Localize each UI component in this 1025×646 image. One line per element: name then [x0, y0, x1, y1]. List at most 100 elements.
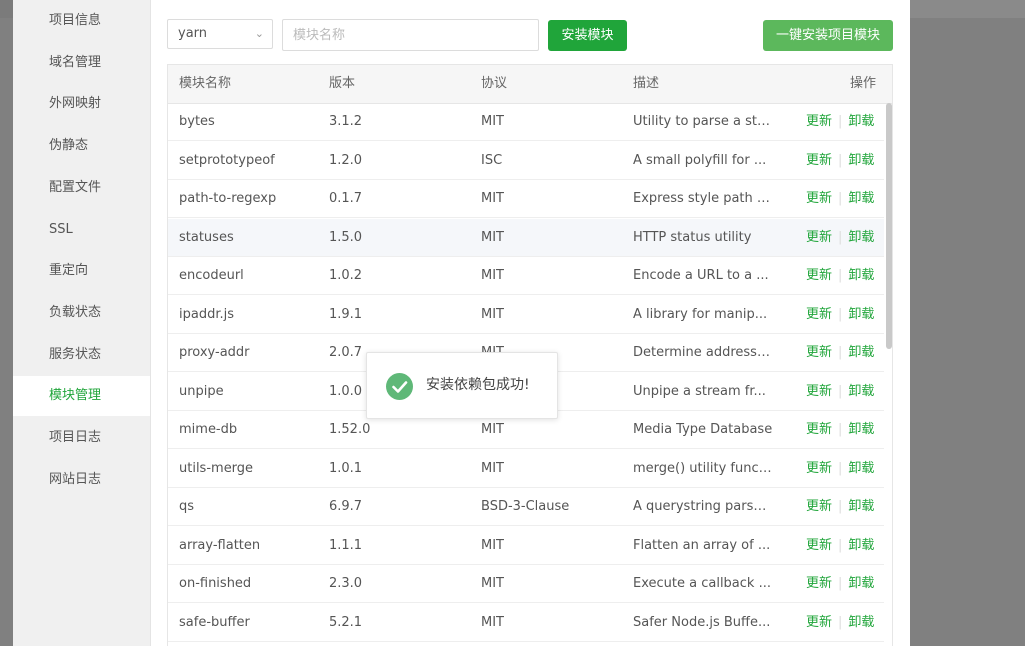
- uninstall-link[interactable]: 卸载: [848, 153, 874, 168]
- sidebar-item-0[interactable]: 项目信息: [13, 1, 150, 41]
- update-link[interactable]: 更新: [806, 538, 832, 553]
- update-link[interactable]: 更新: [806, 153, 832, 168]
- sidebar-item-6[interactable]: 重定向: [13, 251, 150, 291]
- sidebar-item-11[interactable]: 网站日志: [13, 460, 150, 500]
- cell-actions: 更新 | 卸载: [806, 488, 874, 526]
- sidebar-item-8[interactable]: 服务状态: [13, 335, 150, 375]
- overlay-backdrop-right: [910, 0, 1025, 18]
- cell-name: utils-merge: [179, 460, 254, 476]
- main-content: yarn ⌄ 安装模块 一键安装项目模块 模块名称 版本 协议 描述 操作 by…: [150, 0, 910, 646]
- cell-description: Utility to parse a str...: [633, 114, 773, 129]
- table-row: array-flatten 1.1.1 MIT Flatten an array of…: [168, 527, 884, 565]
- sidebar-item-5[interactable]: SSL: [13, 210, 150, 250]
- uninstall-link[interactable]: 卸载: [848, 307, 874, 322]
- header-license: 协议: [481, 76, 508, 91]
- sidebar-item-2[interactable]: 外网映射: [13, 84, 150, 124]
- cell-name: setprototypeof: [179, 152, 275, 168]
- cell-name: on-finished: [179, 576, 252, 591]
- cell-version: 1.2.0: [329, 152, 363, 168]
- cell-version: 1.52.0: [329, 422, 371, 437]
- cell-version: 0.1.7: [329, 191, 363, 206]
- update-link[interactable]: 更新: [806, 422, 832, 437]
- action-separator: |: [838, 345, 843, 360]
- cell-version: 1.5.0: [329, 229, 363, 245]
- sidebar-item-3[interactable]: 伪静态: [13, 126, 150, 166]
- action-separator: |: [838, 152, 843, 168]
- uninstall-link[interactable]: 卸载: [848, 422, 874, 437]
- cell-version: 1.1.1: [329, 537, 363, 553]
- cell-name: safe-buffer: [179, 614, 250, 630]
- uninstall-link[interactable]: 卸载: [848, 191, 874, 206]
- cell-license: MIT: [481, 191, 504, 206]
- header-actions: 操作: [850, 76, 877, 91]
- cell-description: A small polyfill for ...: [633, 152, 767, 168]
- cell-name: proxy-addr: [179, 345, 250, 360]
- uninstall-link[interactable]: 卸载: [848, 538, 874, 553]
- cell-license: MIT: [481, 576, 504, 591]
- table-row: qs 6.9.7 BSD-3-Clause A querystring parse..…: [168, 488, 884, 526]
- table-row: encodeurl 1.0.2 MIT Encode a URL to a ... 更新…: [168, 257, 884, 295]
- scrollbar-thumb[interactable]: [886, 103, 892, 349]
- success-toast: 安装依赖包成功!: [366, 352, 558, 419]
- package-manager-select[interactable]: yarn ⌄: [167, 19, 273, 49]
- sidebar-item-10[interactable]: 项目日志: [13, 418, 150, 458]
- action-separator: |: [838, 422, 843, 437]
- uninstall-link[interactable]: 卸载: [848, 499, 874, 514]
- cell-description: Determine address ...: [633, 345, 773, 360]
- cell-actions: 更新 | 卸载: [806, 180, 874, 218]
- uninstall-link[interactable]: 卸载: [848, 268, 874, 283]
- cell-version: 5.2.1: [329, 614, 363, 630]
- update-link[interactable]: 更新: [806, 307, 832, 322]
- update-link[interactable]: 更新: [806, 268, 832, 283]
- update-link[interactable]: 更新: [806, 499, 832, 514]
- table-scrollbar[interactable]: [886, 103, 892, 646]
- cell-actions: 更新 | 卸载: [806, 219, 874, 257]
- cell-license: MIT: [481, 460, 504, 476]
- cell-description: Unpipe a stream fr...: [633, 383, 766, 399]
- action-separator: |: [838, 268, 843, 283]
- cell-description: A library for manip...: [633, 306, 768, 322]
- cell-description: merge() utility funct...: [633, 460, 773, 476]
- update-link[interactable]: 更新: [806, 230, 832, 245]
- update-link[interactable]: 更新: [806, 114, 832, 129]
- table-row: safe-buffer 5.2.1 MIT Safer Node.js Buffe..…: [168, 604, 884, 642]
- module-name-input[interactable]: [282, 19, 539, 51]
- sidebar-item-4[interactable]: 配置文件: [13, 168, 150, 208]
- cell-actions: 更新 | 卸载: [806, 450, 874, 488]
- update-link[interactable]: 更新: [806, 191, 832, 206]
- sidebar: 项目信息 域名管理 外网映射 伪静态 配置文件 SSL 重定向 负载状态 服务状态 模块管理 项目日…: [13, 0, 151, 646]
- uninstall-link[interactable]: 卸载: [848, 461, 874, 476]
- cell-description: Media Type Database: [633, 422, 773, 437]
- uninstall-link[interactable]: 卸载: [848, 345, 874, 360]
- action-separator: |: [838, 537, 843, 553]
- update-link[interactable]: 更新: [806, 384, 832, 399]
- table-row: utils-merge 1.0.1 MIT merge() utility funct…: [168, 450, 884, 488]
- update-link[interactable]: 更新: [806, 576, 832, 591]
- chevron-down-icon: ⌄: [254, 27, 264, 40]
- cell-name: bytes: [179, 114, 215, 129]
- cell-license: MIT: [481, 306, 504, 322]
- cell-actions: 更新 | 卸载: [806, 373, 874, 411]
- sidebar-item-9[interactable]: 模块管理: [13, 376, 150, 416]
- install-module-button[interactable]: 安装模块: [548, 20, 627, 51]
- cell-name: ipaddr.js: [179, 306, 235, 322]
- uninstall-link[interactable]: 卸载: [848, 384, 874, 399]
- cell-name: mime-db: [179, 422, 238, 437]
- update-link[interactable]: 更新: [806, 461, 832, 476]
- update-link[interactable]: 更新: [806, 615, 832, 630]
- uninstall-link[interactable]: 卸载: [848, 615, 874, 630]
- uninstall-link[interactable]: 卸载: [848, 230, 874, 245]
- toast-message: 安装依赖包成功!: [426, 377, 530, 393]
- sidebar-item-1[interactable]: 域名管理: [13, 43, 150, 83]
- uninstall-link[interactable]: 卸载: [848, 576, 874, 591]
- cell-version: 2.3.0: [329, 576, 363, 591]
- cell-name: path-to-regexp: [179, 191, 277, 206]
- cell-actions: 更新 | 卸载: [806, 604, 874, 642]
- sidebar-item-7[interactable]: 负载状态: [13, 293, 150, 333]
- update-link[interactable]: 更新: [806, 345, 832, 360]
- uninstall-link[interactable]: 卸载: [848, 114, 874, 129]
- header-name: 模块名称: [179, 76, 232, 91]
- cell-version: 2.0.7: [329, 345, 363, 360]
- install-all-modules-button[interactable]: 一键安装项目模块: [763, 20, 893, 51]
- cell-description: Express style path t...: [633, 191, 773, 206]
